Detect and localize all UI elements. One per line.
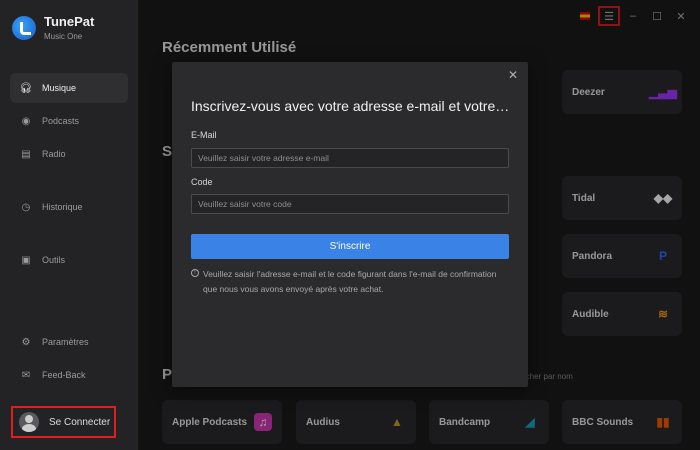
sidebar-item-historique[interactable]: ◷ Historique bbox=[10, 192, 128, 222]
close-icon: ✕ bbox=[507, 68, 518, 82]
headphones-icon: 🎧︎ bbox=[19, 82, 33, 94]
gear-icon: ⚙ bbox=[21, 336, 31, 348]
sidebar-item-parametres[interactable]: ⚙ Paramètres bbox=[10, 327, 128, 357]
sidebar-item-podcasts[interactable]: ◉ Podcasts bbox=[10, 106, 128, 136]
app-window: TunePat Music One 🎧︎ Musique ◉ Podcasts … bbox=[0, 0, 700, 450]
login-button[interactable]: Se Connecter bbox=[11, 406, 116, 438]
radio-icon: ▤ bbox=[21, 148, 31, 160]
code-field[interactable] bbox=[191, 194, 509, 214]
sidebar-item-outils[interactable]: ▣ Outils bbox=[10, 245, 128, 275]
app-name: TunePat bbox=[44, 14, 95, 29]
email-field[interactable] bbox=[191, 148, 509, 168]
app-subtitle: Music One bbox=[44, 32, 83, 41]
signup-dialog: ✕ Inscrivez-vous avec votre adresse e-ma… bbox=[172, 62, 528, 387]
mail-icon: ✉ bbox=[21, 369, 31, 381]
sidebar-item-label: Historique bbox=[42, 202, 83, 212]
sidebar-item-label: Outils bbox=[42, 255, 66, 265]
sidebar: TunePat Music One 🎧︎ Musique ◉ Podcasts … bbox=[0, 0, 138, 450]
signup-button[interactable]: S'inscrire bbox=[191, 234, 509, 259]
sidebar-item-label: Radio bbox=[42, 149, 66, 159]
info-text: Veuillez saisir l'adresse e-mail et le c… bbox=[203, 269, 497, 294]
sidebar-item-label: Paramètres bbox=[42, 337, 89, 347]
info-message: ! Veuillez saisir l'adresse e-mail et le… bbox=[191, 267, 509, 297]
podcast-icon: ◉ bbox=[21, 115, 31, 127]
sidebar-item-label: Feed-Back bbox=[42, 370, 86, 380]
login-label: Se Connecter bbox=[49, 416, 111, 428]
history-icon: ◷ bbox=[21, 201, 31, 213]
dialog-title: Inscrivez-vous avec votre adresse e-mail… bbox=[191, 98, 511, 114]
sidebar-item-label: Musique bbox=[42, 83, 77, 93]
sidebar-item-feedback[interactable]: ✉ Feed-Back bbox=[10, 360, 128, 390]
avatar bbox=[19, 412, 39, 432]
info-icon: ! bbox=[191, 269, 199, 277]
toolbox-icon: ▣ bbox=[21, 254, 31, 266]
code-label: Code bbox=[191, 177, 213, 187]
sidebar-item-label: Podcasts bbox=[42, 116, 80, 126]
email-label: E-Mail bbox=[191, 130, 217, 140]
sidebar-item-musique[interactable]: 🎧︎ Musique bbox=[10, 73, 128, 103]
tunepat-logo-icon bbox=[12, 15, 36, 40]
brand: TunePat Music One bbox=[12, 14, 94, 41]
close-dialog-button[interactable]: ✕ bbox=[508, 68, 518, 82]
sidebar-item-radio[interactable]: ▤ Radio bbox=[10, 139, 128, 169]
